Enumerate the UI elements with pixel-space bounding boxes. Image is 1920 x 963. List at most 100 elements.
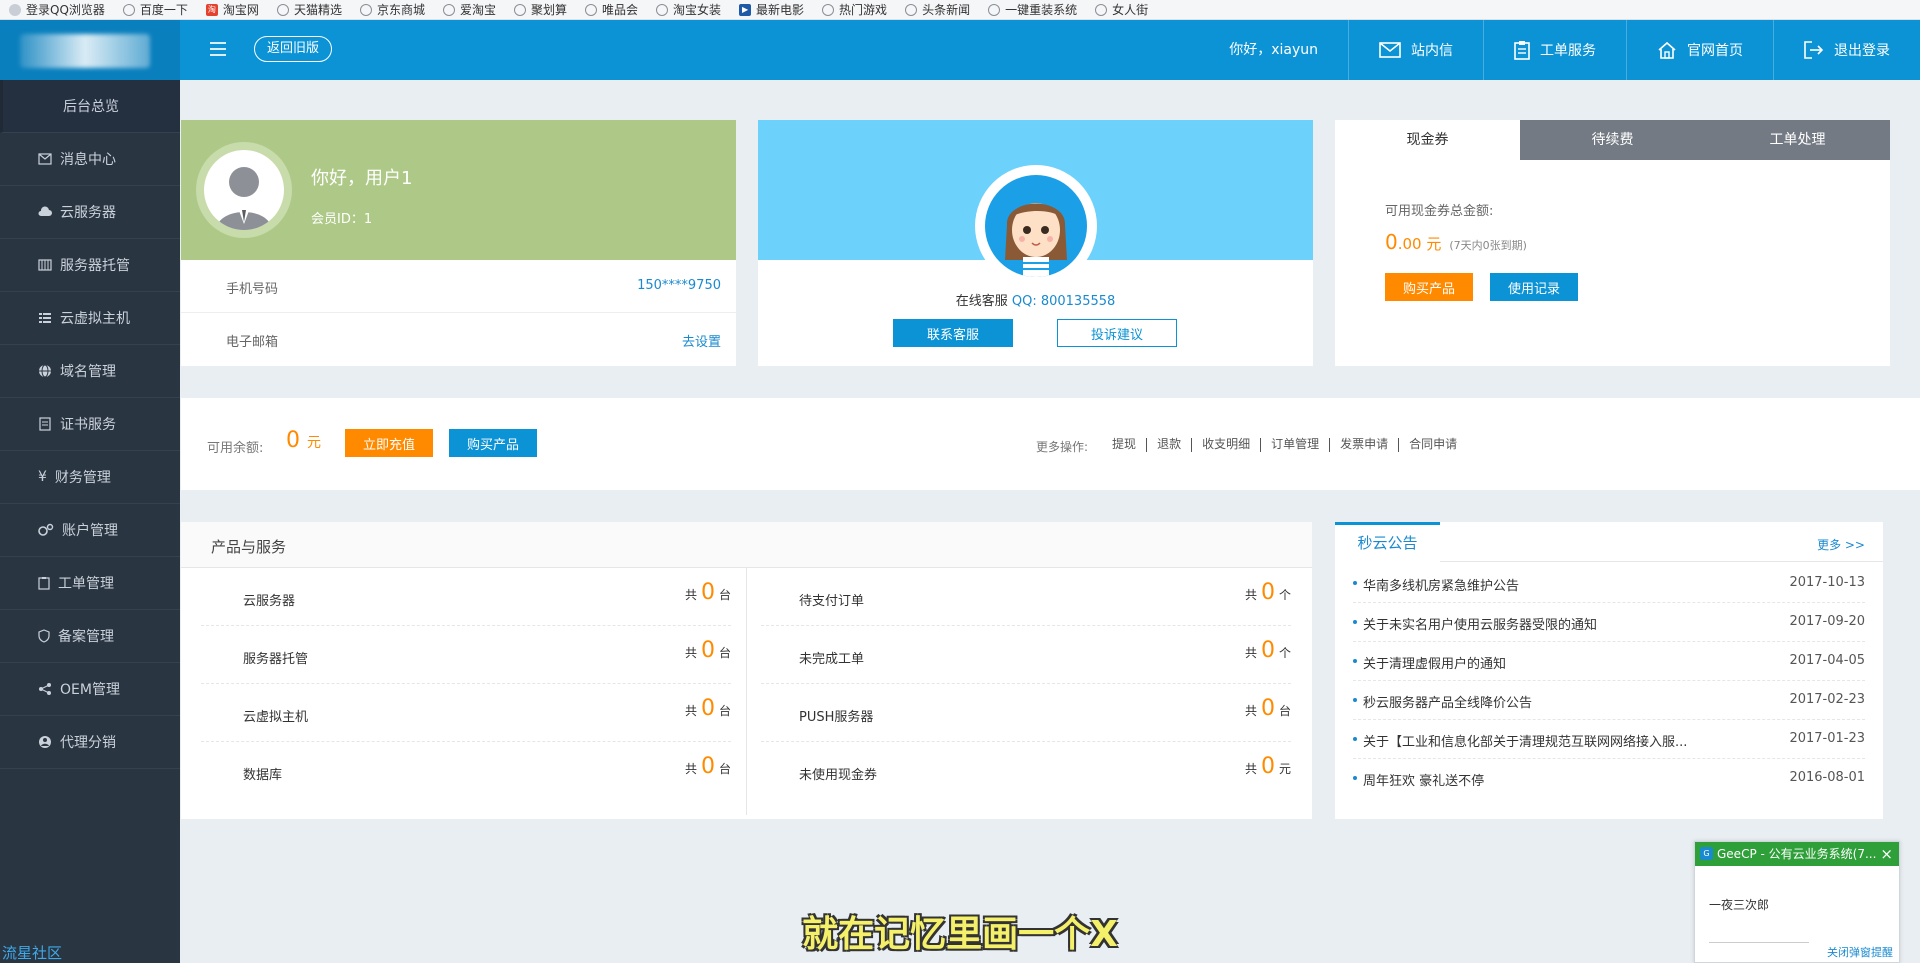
op-orders[interactable]: 订单管理: [1260, 438, 1329, 452]
notice-item[interactable]: 周年狂欢 豪礼送不停 2016-08-01: [1353, 759, 1865, 798]
sidebar-item-account[interactable]: 账户管理: [0, 504, 180, 557]
tab-renewal[interactable]: 待续费: [1520, 120, 1705, 160]
sidebar-item-agent[interactable]: 代理分销: [0, 716, 180, 769]
close-icon[interactable]: ×: [1880, 842, 1893, 866]
contact-service-button[interactable]: 联系客服: [893, 319, 1013, 347]
bookmark-juhuasuan[interactable]: 聚划算: [505, 0, 576, 19]
bookmark-tmall[interactable]: 天猫精选: [268, 0, 351, 19]
sidebar-item-oem[interactable]: OEM管理: [0, 663, 180, 716]
balance-amount: 0 元: [286, 428, 321, 453]
bookmark-games[interactable]: 热门游戏: [813, 0, 896, 19]
notice-item[interactable]: 关于【工业和信息化部关于清理规范互联网网络接入服... 2017-01-23: [1353, 720, 1865, 759]
online-service-qq: 在线客服 QQ: 800135558: [955, 294, 1116, 309]
server-icon: [38, 259, 52, 271]
coupon-amount: 0.00 元 (7天内0张到期): [1385, 230, 1527, 254]
product-row[interactable]: 云虚拟主机共 0 台: [201, 684, 731, 742]
op-withdraw[interactable]: 提现: [1102, 438, 1146, 452]
bookmark-jd[interactable]: 京东商城: [351, 0, 434, 19]
sidebar-item-overview[interactable]: 后台总览: [0, 80, 180, 133]
globe-icon: [442, 3, 455, 16]
sidebar-item-virtual-host[interactable]: 云虚拟主机: [0, 292, 180, 345]
bookmark-reinstall[interactable]: 一键重装系统: [979, 0, 1086, 19]
globe-icon: [513, 3, 526, 16]
balance-label: 可用余额:: [207, 441, 264, 456]
bookmark-taobao-women[interactable]: 淘宝女装: [647, 0, 730, 19]
user-card-banner: 你好，用户1 会员ID：1: [181, 120, 736, 260]
nav-logout[interactable]: 退出登录: [1774, 20, 1920, 80]
sidebar-item-domain[interactable]: 域名管理: [0, 345, 180, 398]
back-to-old-version-button[interactable]: 返回旧版: [254, 36, 333, 62]
logout-icon: [1804, 41, 1824, 59]
notices-more-link[interactable]: 更多 >>: [1817, 536, 1865, 553]
phone-row: 手机号码 150****9750: [181, 260, 736, 313]
op-transactions[interactable]: 收支明细: [1191, 438, 1260, 452]
nav-tickets[interactable]: 工单服务: [1484, 20, 1627, 80]
notice-item[interactable]: 华南多线机房紧急维护公告 2017-10-13: [1353, 564, 1865, 603]
coupon-record-button[interactable]: 使用记录: [1490, 273, 1578, 301]
taobao-icon: 淘: [205, 3, 218, 16]
op-invoice[interactable]: 发票申请: [1329, 438, 1398, 452]
yen-icon: ¥: [38, 469, 47, 485]
bookmark-news[interactable]: 头条新闻: [896, 0, 979, 19]
coupon-buy-button[interactable]: 购买产品: [1385, 273, 1473, 301]
notice-item[interactable]: 关于清理虚假用户的通知 2017-04-05: [1353, 642, 1865, 681]
bookmark-taobao[interactable]: 淘淘宝网: [197, 0, 268, 19]
user-card: 你好，用户1 会员ID：1 手机号码 150****9750 电子邮箱 去设置: [181, 120, 736, 366]
clipboard-icon: [1514, 41, 1530, 60]
product-row[interactable]: 服务器托管共 0 台: [201, 626, 731, 684]
site-logo[interactable]: [0, 20, 180, 80]
user-greeting: 你好，xiayun: [1199, 20, 1349, 80]
buy-product-button[interactable]: 购买产品: [449, 429, 537, 457]
bullet-icon: [1353, 737, 1357, 741]
notice-item[interactable]: 关于未实名用户使用云服务器受限的通知 2017-09-20: [1353, 603, 1865, 642]
coupon-total-label: 可用现金券总金额:: [1385, 204, 1494, 219]
notices-title[interactable]: 秒云公告: [1335, 522, 1440, 562]
product-row[interactable]: 未使用现金券共 0 元: [761, 742, 1291, 800]
sidebar-item-hosting[interactable]: 服务器托管: [0, 239, 180, 292]
sidebar-item-tickets[interactable]: 工单管理: [0, 557, 180, 610]
gear-icon: [38, 523, 54, 536]
bookmark-movies[interactable]: ▶ 最新电影: [730, 0, 813, 19]
bookmark-baidu[interactable]: 百度一下: [114, 0, 197, 19]
list-icon: [39, 313, 51, 323]
bullet-icon: [1353, 776, 1357, 780]
product-row[interactable]: 未完成工单共 0 个: [761, 626, 1291, 684]
envelope-icon: [1379, 42, 1401, 58]
phone-label: 手机号码: [226, 282, 279, 297]
sidebar-item-finance[interactable]: ¥ 财务管理: [0, 451, 180, 504]
bookmark-vip[interactable]: 唯品会: [576, 0, 647, 19]
tab-cash-coupon[interactable]: 现金券: [1335, 120, 1520, 160]
certificate-icon: [39, 417, 51, 431]
envelope-icon: [38, 153, 52, 165]
recharge-button[interactable]: 立即充值: [345, 429, 433, 457]
globe-icon: [822, 3, 835, 16]
product-row[interactable]: 云服务器共 0 台: [201, 568, 731, 626]
globe-icon: [122, 3, 135, 16]
nav-messages[interactable]: 站内信: [1349, 20, 1484, 80]
op-refund[interactable]: 退款: [1146, 438, 1191, 452]
sidebar-item-cloud-server[interactable]: 云服务器: [0, 186, 180, 239]
sidebar-item-messages[interactable]: 消息中心: [0, 133, 180, 186]
email-setup-link[interactable]: 去设置: [682, 331, 721, 350]
products-panel: 产品与服务 云服务器共 0 台 服务器托管共 0 台 云虚拟主机共 0 台 数据库共 0 台 待…: [181, 522, 1312, 819]
notice-item[interactable]: 秒云服务器产品全线降价公告 2017-02-23: [1353, 681, 1865, 720]
product-row[interactable]: PUSH服务器共 0 台: [761, 684, 1291, 742]
app-icon: G: [1700, 847, 1713, 860]
clipboard-icon: [38, 577, 50, 590]
menu-toggle-icon[interactable]: [210, 42, 226, 56]
bookmark-aitaobao[interactable]: 爱淘宝: [434, 0, 505, 19]
bookmark-women-street[interactable]: 女人街: [1086, 0, 1157, 19]
balance-bar: 可用余额: 0 元 立即充值 购买产品 更多操作: 提现 退款 收支明细 订单管…: [181, 398, 1920, 490]
complaint-button[interactable]: 投诉建议: [1057, 319, 1177, 347]
bookmark-login-qq[interactable]: 登录QQ浏览器: [0, 0, 114, 19]
product-row[interactable]: 数据库共 0 台: [201, 742, 731, 800]
share-icon: [39, 683, 51, 695]
nav-home[interactable]: 官网首页: [1627, 20, 1774, 80]
sidebar-item-filing[interactable]: 备案管理: [0, 610, 180, 663]
sidebar-item-certificate[interactable]: 证书服务: [0, 398, 180, 451]
product-row[interactable]: 待支付订单共 0 个: [761, 568, 1291, 626]
products-divider: [746, 568, 747, 815]
tab-ticket-processing[interactable]: 工单处理: [1705, 120, 1890, 160]
girl-avatar-icon: [1005, 203, 1067, 277]
op-contract[interactable]: 合同申请: [1398, 438, 1467, 452]
